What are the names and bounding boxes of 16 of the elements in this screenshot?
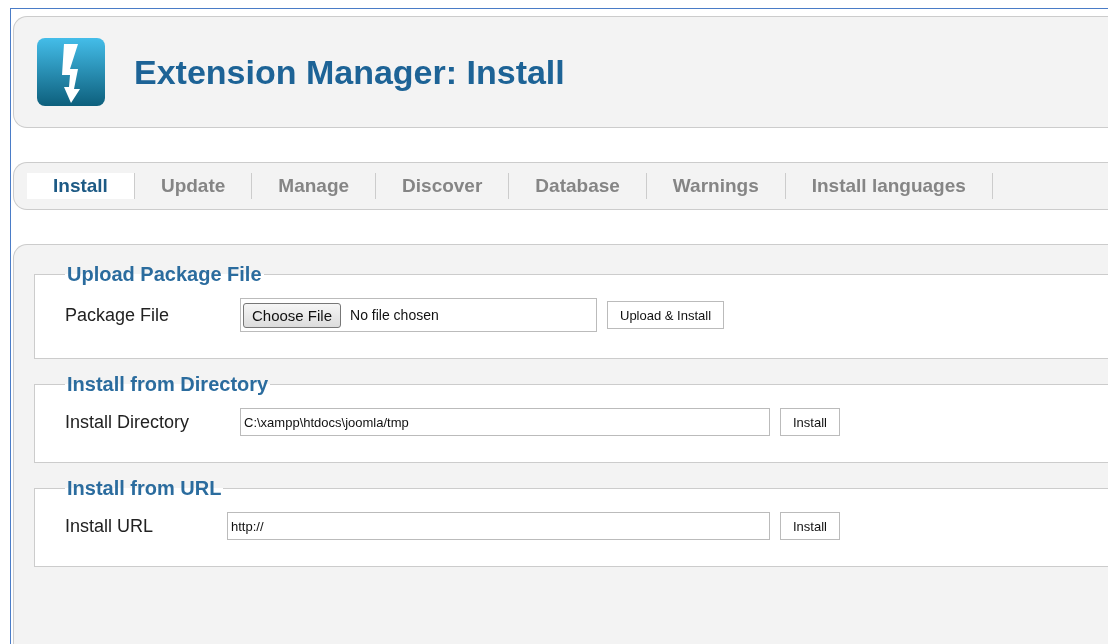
choose-file-button[interactable]: Choose File	[243, 302, 342, 328]
field-label: Install Directory	[65, 411, 191, 433]
tab[interactable]: Install	[27, 173, 135, 199]
text-input[interactable]: http://	[227, 512, 770, 540]
section-title: Install from Directory	[66, 373, 270, 396]
page-title: Extension Manager: Install	[134, 52, 565, 92]
file-status: No file chosen	[350, 307, 439, 323]
text-input[interactable]: C:\xampp\htdocs\joomla/tmp	[240, 408, 770, 436]
section-title: Upload Package File	[66, 263, 263, 286]
install-button[interactable]: Install	[780, 512, 840, 540]
field-label: Package File	[65, 304, 171, 326]
file-input[interactable]: Choose File No file chosen	[240, 298, 597, 332]
install-button[interactable]: Install	[780, 408, 840, 436]
install-button[interactable]: Upload & Install	[607, 301, 725, 329]
lightning-icon	[36, 37, 106, 107]
section-title: Install from URL	[66, 477, 223, 500]
